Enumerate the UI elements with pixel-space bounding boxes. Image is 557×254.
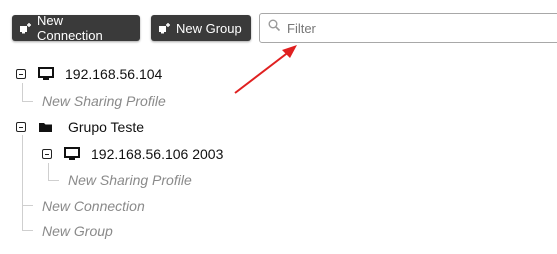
tree-connector bbox=[22, 200, 33, 231]
connection-label: 192.168.56.104 bbox=[65, 66, 163, 82]
new-sharing-profile-label: New Sharing Profile bbox=[68, 172, 192, 188]
monitor-icon bbox=[38, 67, 54, 81]
group-new-connection-label: New Connection bbox=[42, 198, 145, 214]
new-connection-button[interactable]: New Connection bbox=[12, 13, 140, 43]
tree-connector bbox=[48, 163, 59, 181]
add-connection-icon bbox=[19, 22, 33, 34]
group-new-connection-link[interactable]: New Connection bbox=[42, 196, 145, 216]
tree-connector bbox=[22, 135, 33, 206]
group-new-group-label: New Group bbox=[42, 223, 113, 239]
filter-field[interactable] bbox=[259, 13, 557, 43]
group-new-group-link[interactable]: New Group bbox=[42, 221, 113, 241]
new-group-label: New Group bbox=[176, 20, 242, 36]
collapse-icon[interactable] bbox=[16, 122, 26, 132]
tree-connector bbox=[22, 83, 33, 102]
add-group-icon bbox=[158, 22, 172, 34]
filter-input[interactable] bbox=[287, 20, 547, 36]
tree-item-group-grupo-teste[interactable]: Grupo Teste bbox=[16, 117, 144, 137]
search-icon bbox=[268, 19, 281, 37]
new-sharing-profile-link[interactable]: New Sharing Profile bbox=[68, 170, 192, 190]
tree-item-connection-106[interactable]: 192.168.56.106 2003 bbox=[42, 144, 223, 164]
monitor-icon bbox=[64, 147, 80, 161]
collapse-icon[interactable] bbox=[16, 69, 26, 79]
new-connection-label: New Connection bbox=[37, 13, 103, 43]
group-label: Grupo Teste bbox=[68, 119, 145, 135]
new-sharing-profile-link[interactable]: New Sharing Profile bbox=[42, 91, 166, 111]
tree-item-connection-104[interactable]: 192.168.56.104 bbox=[16, 64, 162, 84]
new-group-button[interactable]: New Group bbox=[151, 15, 251, 41]
collapse-icon[interactable] bbox=[42, 149, 52, 159]
new-sharing-profile-label: New Sharing Profile bbox=[42, 93, 166, 109]
folder-icon bbox=[38, 121, 53, 133]
connection-label: 192.168.56.106 2003 bbox=[91, 146, 224, 162]
